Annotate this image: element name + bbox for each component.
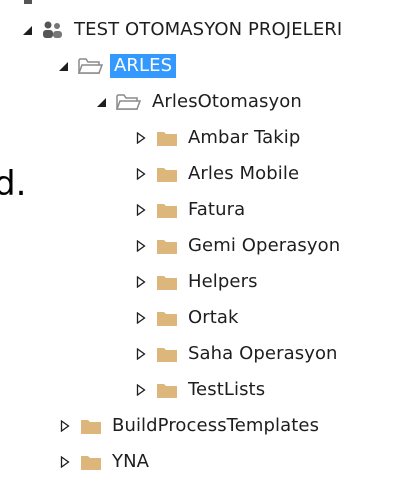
collapsed-arrow-icon[interactable] xyxy=(134,203,148,217)
folder-open-icon xyxy=(78,57,104,75)
tree-node-arles-mobile[interactable]: Arles Mobile xyxy=(134,159,299,189)
expanded-arrow-icon[interactable] xyxy=(20,23,34,37)
folder-icon xyxy=(156,346,178,363)
folder-icon xyxy=(156,202,178,219)
tree-node-gemi-operasyon[interactable]: Gemi Operasyon xyxy=(134,231,340,261)
collapsed-arrow-icon[interactable] xyxy=(134,347,148,361)
tree-node-helpers[interactable]: Helpers xyxy=(134,267,258,297)
expanded-arrow-icon[interactable] xyxy=(56,59,70,73)
tree-node-label: YNA xyxy=(112,451,150,472)
tree-node-label: Gemi Operasyon xyxy=(188,235,341,256)
tree-node-label: Ambar Takip xyxy=(188,127,301,148)
collapsed-arrow-icon[interactable] xyxy=(134,311,148,325)
folder-icon xyxy=(80,454,102,471)
folder-open-icon xyxy=(116,93,142,111)
collapsed-arrow-icon[interactable] xyxy=(134,275,148,289)
tree-node-buildprocesstemplates[interactable]: BuildProcessTemplates xyxy=(58,411,319,441)
tree-node-saha-operasyon[interactable]: Saha Operasyon xyxy=(134,339,338,369)
folder-icon xyxy=(156,130,178,147)
tree-node-yna[interactable]: YNA xyxy=(58,447,149,477)
folder-icon xyxy=(156,382,178,399)
folder-icon xyxy=(156,274,178,291)
tree-node-label: Ortak xyxy=(188,307,239,328)
collapsed-arrow-icon[interactable] xyxy=(58,419,72,433)
expanded-arrow-icon[interactable] xyxy=(94,95,108,109)
tree-node-testlists[interactable]: TestLists xyxy=(134,375,265,405)
tree-node-label: Fatura xyxy=(188,199,246,220)
tree-node-ambar-takip[interactable]: Ambar Takip xyxy=(134,123,300,153)
source-control-tree: TEST OTOMASYON PROJELERI ARLES ArlesOtom… xyxy=(0,0,408,478)
tree-node-root[interactable]: TEST OTOMASYON PROJELERI xyxy=(20,15,342,45)
collapsed-arrow-icon[interactable] xyxy=(134,167,148,181)
tree-node-label: Saha Operasyon xyxy=(188,343,338,364)
tree-node-label: BuildProcessTemplates xyxy=(112,415,320,436)
collapsed-arrow-icon[interactable] xyxy=(134,239,148,253)
tree-node-label: Arles Mobile xyxy=(188,163,300,184)
tree-node-ortak[interactable]: Ortak xyxy=(134,303,239,333)
folder-icon xyxy=(156,310,178,327)
tree-node-label: Helpers xyxy=(188,271,258,292)
collapsed-arrow-icon[interactable] xyxy=(134,131,148,145)
tree-node-arles[interactable]: ARLES xyxy=(56,51,177,81)
folder-icon xyxy=(156,166,178,183)
tree-node-fatura[interactable]: Fatura xyxy=(134,195,245,225)
collapsed-arrow-icon[interactable] xyxy=(134,383,148,397)
folder-icon xyxy=(80,418,102,435)
tree-node-label: ARLES xyxy=(110,54,177,78)
tree-node-label: ArlesOtomasyon xyxy=(152,91,302,112)
tree-node-arles-otomasyon[interactable]: ArlesOtomasyon xyxy=(94,87,302,117)
tree-node-label: TEST OTOMASYON PROJELERI xyxy=(74,19,343,40)
team-project-icon xyxy=(42,20,64,40)
collapsed-arrow-icon[interactable] xyxy=(58,455,72,469)
tree-node-label: TestLists xyxy=(188,379,266,400)
folder-icon xyxy=(156,238,178,255)
